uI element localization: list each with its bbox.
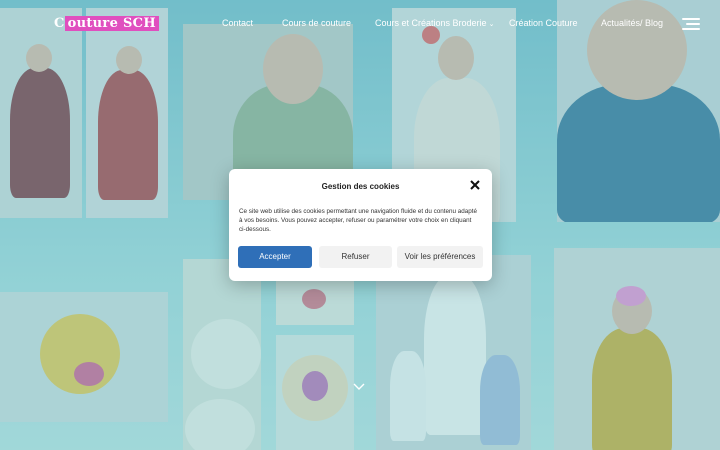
dialog-title: Gestion des cookies <box>321 182 400 191</box>
nav-item-creation-couture[interactable]: Création Couture <box>509 18 578 28</box>
nav-item-cours-couture[interactable]: Cours de couture <box>282 18 351 28</box>
nav-item-actualites-blog[interactable]: Actualités/ Blog <box>601 18 663 28</box>
scroll-down-chevron-icon[interactable] <box>353 382 365 394</box>
nav-item-cours-broderie[interactable]: Cours et Créations Broderie ⌄ <box>375 18 494 28</box>
preferences-button[interactable]: Voir les préférences <box>397 246 483 268</box>
accept-button[interactable]: Accepter <box>238 246 312 268</box>
chevron-down-icon: ⌄ <box>488 21 495 28</box>
close-icon[interactable] <box>469 180 480 191</box>
cookie-consent-dialog: Gestion des cookies Ce site web utilise … <box>229 169 492 281</box>
nav-item-contact[interactable]: Contact <box>222 18 253 28</box>
refuse-button[interactable]: Refuser <box>319 246 392 268</box>
dialog-description: Ce site web utilise des cookies permetta… <box>239 208 478 233</box>
main-nav: Contact Cours de couture Cours et Créati… <box>0 18 720 32</box>
hamburger-icon[interactable] <box>682 18 700 31</box>
nav-item-cours-broderie-label: Cours et Créations Broderie <box>375 18 487 28</box>
